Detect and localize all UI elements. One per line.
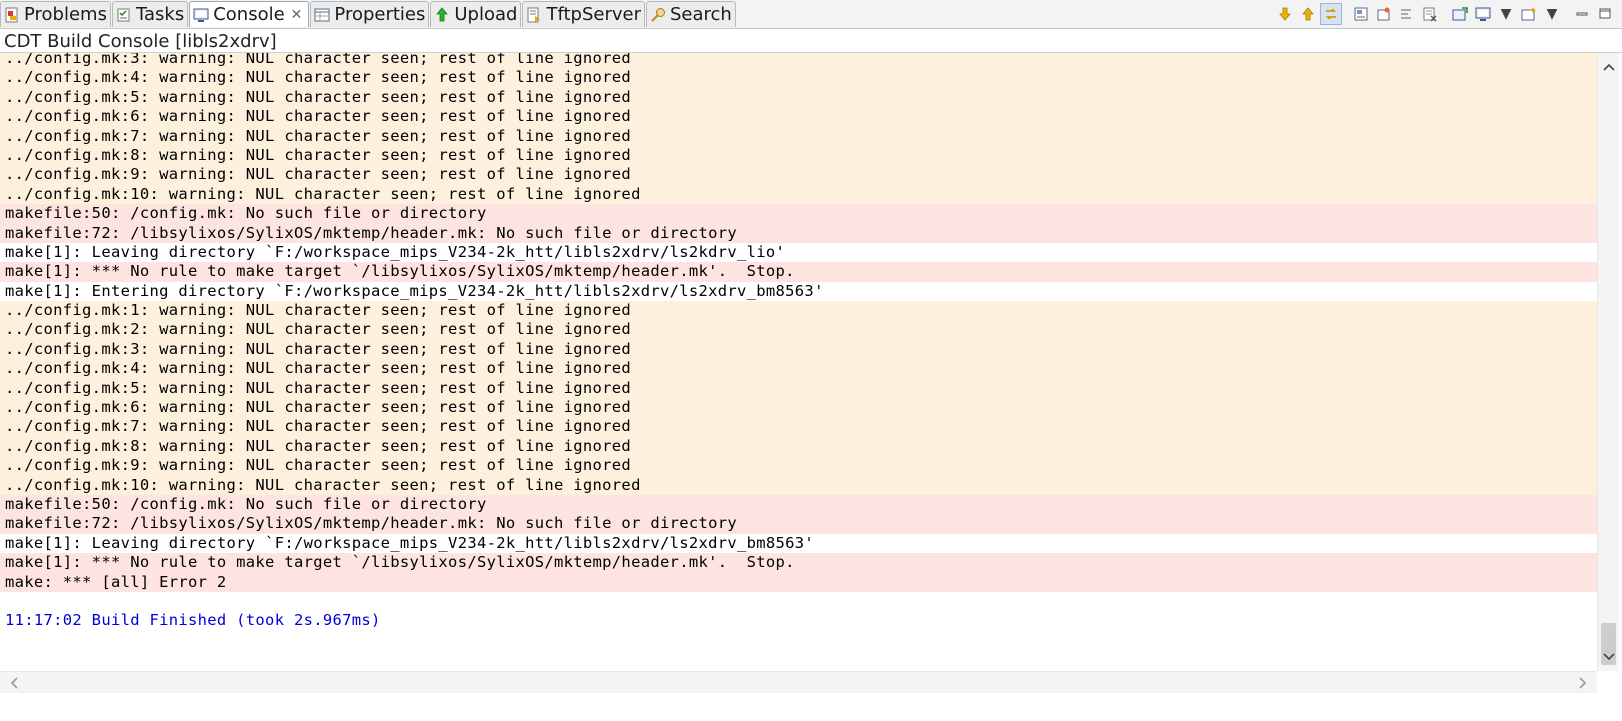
tab-label: TftpServer — [546, 4, 641, 25]
link-with-editor-icon[interactable] — [1320, 3, 1342, 25]
upload-icon — [433, 6, 451, 24]
dropdown-icon[interactable]: ▼ — [1495, 3, 1517, 25]
search-icon — [649, 6, 667, 24]
tab-label: Console — [213, 4, 285, 25]
console-line: ../config.mk:3: warning: NUL character s… — [0, 339, 1597, 360]
tab-upload[interactable]: Upload — [430, 1, 522, 27]
console-line: makefile:72: /libsylixos/SylixOS/mktemp/… — [0, 223, 1597, 243]
console-toolbar: ▼ ▼ — [1273, 3, 1616, 25]
console-title: CDT Build Console [libls2xdrv] — [4, 31, 277, 52]
console-line: ../config.mk:8: warning: NUL character s… — [0, 145, 1597, 166]
vertical-scrollbar[interactable] — [1597, 53, 1619, 671]
console-icon — [192, 6, 210, 24]
tab-label: Problems — [24, 4, 107, 25]
scroll-right-icon[interactable] — [1573, 672, 1593, 694]
next-error-icon[interactable] — [1274, 3, 1296, 25]
console-line: makefile:50: /config.mk: No such file or… — [0, 204, 1597, 224]
console-line: ../config.mk:4: warning: NUL character s… — [0, 359, 1597, 379]
view-bottom-border — [0, 693, 1622, 721]
display-console-icon[interactable] — [1472, 3, 1494, 25]
console-line: make[1]: *** No rule to make target `/li… — [0, 553, 1597, 573]
maximize-icon[interactable] — [1594, 3, 1616, 25]
tab-label: Tasks — [135, 4, 185, 25]
console-line: ../config.mk:3: warning: NUL character s… — [0, 53, 1597, 69]
build-finished-line: 11:17:02 Build Finished (took 2s.967ms) — [0, 611, 1597, 631]
minimize-icon[interactable] — [1571, 3, 1593, 25]
console-line: ../config.mk:10: warning: NUL character … — [0, 184, 1597, 205]
tab-search[interactable]: Search — [645, 1, 736, 27]
horizontal-scrollbar[interactable] — [0, 671, 1597, 693]
console-line: ../config.mk:6: warning: NUL character s… — [0, 107, 1597, 127]
console-line: makefile:50: /config.mk: No such file or… — [0, 494, 1597, 515]
view-tab-bar: Problems Tasks Console ✕ Properties Uplo… — [0, 0, 1622, 29]
console-line: makefile:72: /libsylixos/SylixOS/mktemp/… — [0, 514, 1597, 534]
console-title-bar: CDT Build Console [libls2xdrv] — [0, 29, 1622, 53]
open-console-icon[interactable] — [1449, 3, 1471, 25]
console-output[interactable]: ../config.mk:3: warning: NUL character s… — [0, 53, 1597, 671]
previous-error-icon[interactable] — [1297, 3, 1319, 25]
console-line: ../config.mk:5: warning: NUL character s… — [0, 378, 1597, 399]
tab-problems[interactable]: Problems — [0, 1, 111, 27]
console-line: make[1]: Entering directory `F:/workspac… — [0, 281, 1597, 302]
dropdown-icon[interactable]: ▼ — [1541, 3, 1563, 25]
console-line: ../config.mk:7: warning: NUL character s… — [0, 417, 1597, 437]
tftp-server-icon — [525, 6, 543, 24]
tab-label: Upload — [454, 4, 518, 25]
view-tabs: Problems Tasks Console ✕ Properties Uplo… — [0, 0, 737, 28]
console-line: make[1]: Leaving directory `F:/workspace… — [0, 533, 1597, 554]
tab-console[interactable]: Console ✕ — [189, 1, 310, 27]
tasks-icon — [115, 6, 133, 24]
tab-tasks[interactable]: Tasks — [111, 1, 189, 27]
tab-tftp-server[interactable]: TftpServer — [522, 1, 645, 27]
console-line: ../config.mk:9: warning: NUL character s… — [0, 165, 1597, 185]
pin-console-icon[interactable] — [1373, 3, 1395, 25]
scroll-lock-icon[interactable] — [1350, 3, 1372, 25]
problems-icon — [3, 6, 21, 24]
console-line: make[1]: Leaving directory `F:/workspace… — [0, 242, 1597, 263]
console-line — [0, 591, 1597, 612]
console-line: make[1]: *** No rule to make target `/li… — [0, 262, 1597, 282]
console-line: ../config.mk:7: warning: NUL character s… — [0, 126, 1597, 146]
console-line: ../config.mk:2: warning: NUL character s… — [0, 320, 1597, 340]
new-console-icon[interactable] — [1518, 3, 1540, 25]
scroll-up-icon[interactable] — [1598, 57, 1620, 77]
console-line: ../config.mk:4: warning: NUL character s… — [0, 68, 1597, 88]
clear-console-icon[interactable] — [1419, 3, 1441, 25]
properties-icon — [313, 6, 331, 24]
console-line: ../config.mk:1: warning: NUL character s… — [0, 301, 1597, 321]
tab-properties[interactable]: Properties — [310, 1, 430, 27]
scroll-down-icon[interactable] — [1598, 647, 1620, 667]
tab-label: Search — [669, 4, 732, 25]
console-line: ../config.mk:8: warning: NUL character s… — [0, 436, 1597, 457]
console-line: ../config.mk:5: warning: NUL character s… — [0, 87, 1597, 108]
console-line: ../config.mk:9: warning: NUL character s… — [0, 456, 1597, 476]
console-line: ../config.mk:6: warning: NUL character s… — [0, 398, 1597, 418]
console-line: ../config.mk:10: warning: NUL character … — [0, 475, 1597, 495]
tab-label: Properties — [334, 4, 426, 25]
word-wrap-icon[interactable] — [1396, 3, 1418, 25]
close-icon[interactable]: ✕ — [291, 7, 303, 23]
scroll-left-icon[interactable] — [4, 672, 24, 694]
console-line: make: *** [all] Error 2 — [0, 572, 1597, 592]
